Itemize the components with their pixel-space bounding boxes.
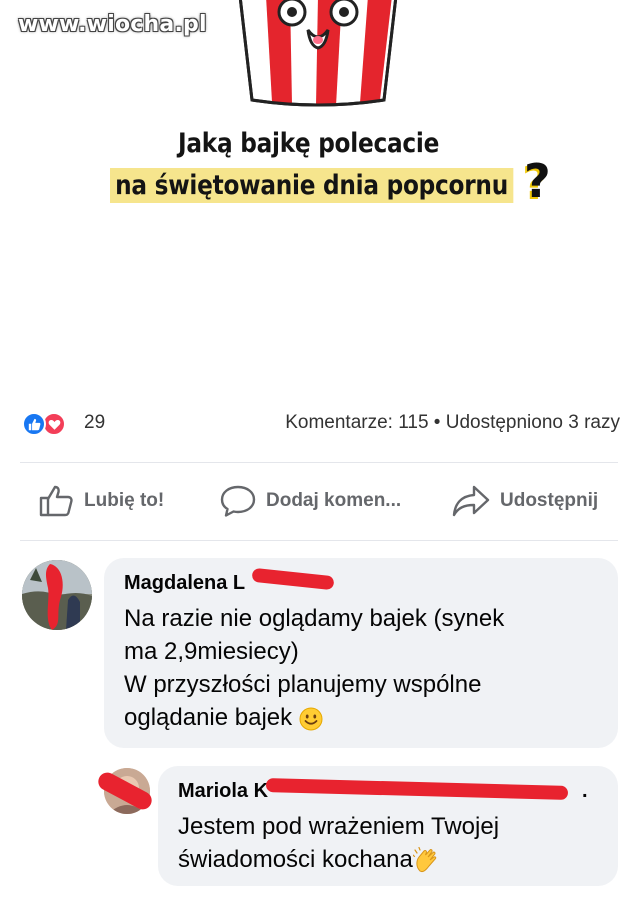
share-arrow-icon bbox=[452, 485, 490, 517]
comment-author-tail: . bbox=[582, 780, 588, 802]
reaction-count[interactable]: 29 bbox=[84, 412, 105, 434]
comment-text-line: ma 2,9miesiecy) bbox=[124, 638, 299, 665]
speech-bubble-icon bbox=[220, 485, 256, 517]
like-reaction-icon bbox=[22, 412, 46, 436]
comment-label: Dodaj komen... bbox=[266, 490, 402, 511]
post-headline-line2: na świętowanie dnia popcornu bbox=[110, 168, 514, 203]
comments-shares-count[interactable]: Komentarze: 115 • Udostępniono 3 razy bbox=[285, 412, 620, 434]
divider bbox=[20, 462, 618, 463]
smile-emoji-icon bbox=[299, 707, 323, 731]
comment: Magdalena L Na razie nie oglądamy bajek … bbox=[0, 552, 639, 752]
comment-text-line: świadomości kochana bbox=[178, 846, 413, 873]
comment-author[interactable]: Mariola K bbox=[178, 780, 268, 803]
post-headline-line1: Jaką bajkę polecacie bbox=[178, 128, 440, 159]
thumbs-up-icon bbox=[39, 485, 73, 517]
share-label: Udostępnij bbox=[500, 490, 599, 511]
comment-text-line: Jestem pod wrażeniem Twojej bbox=[178, 813, 500, 840]
post-stats: 29 Komentarze: 115 • Udostępniono 3 razy bbox=[20, 408, 620, 438]
question-mark: ? bbox=[524, 154, 551, 208]
comment-text-line: W przyszłości planujemy wspólne bbox=[124, 671, 482, 698]
divider bbox=[20, 540, 618, 541]
name-redaction bbox=[251, 567, 335, 591]
comment-reply: Mariola K . Jestem pod wrażeniem Twojej … bbox=[0, 762, 639, 892]
action-bar: Lubię to! Dodaj komen... Udostępnij bbox=[0, 476, 639, 528]
reactions-summary[interactable] bbox=[20, 410, 80, 438]
avatar[interactable] bbox=[22, 560, 92, 630]
comment-button[interactable]: Dodaj komen... bbox=[220, 484, 401, 518]
comment-bubble[interactable]: Magdalena L Na razie nie oglądamy bajek … bbox=[104, 558, 618, 748]
name-redaction bbox=[265, 778, 569, 800]
comment-text-line: oglądanie bajek bbox=[124, 704, 293, 731]
like-label: Lubię to! bbox=[84, 490, 165, 511]
clapping-hands-icon bbox=[412, 846, 437, 872]
comment-author[interactable]: Magdalena L bbox=[124, 572, 245, 595]
watermark: www.wiocha.pl bbox=[18, 12, 207, 37]
post-image[interactable]: Jaką bajkę polecacie na świętowanie dnia… bbox=[0, 0, 639, 390]
like-button[interactable]: Lubię to! bbox=[38, 484, 164, 518]
share-button[interactable]: Udostępnij bbox=[452, 484, 598, 518]
comment-bubble[interactable]: Mariola K . Jestem pod wrażeniem Twojej … bbox=[158, 766, 618, 886]
comment-text-line: Na razie nie oglądamy bajek (synek bbox=[124, 605, 505, 632]
popcorn-illustration bbox=[238, 0, 398, 107]
